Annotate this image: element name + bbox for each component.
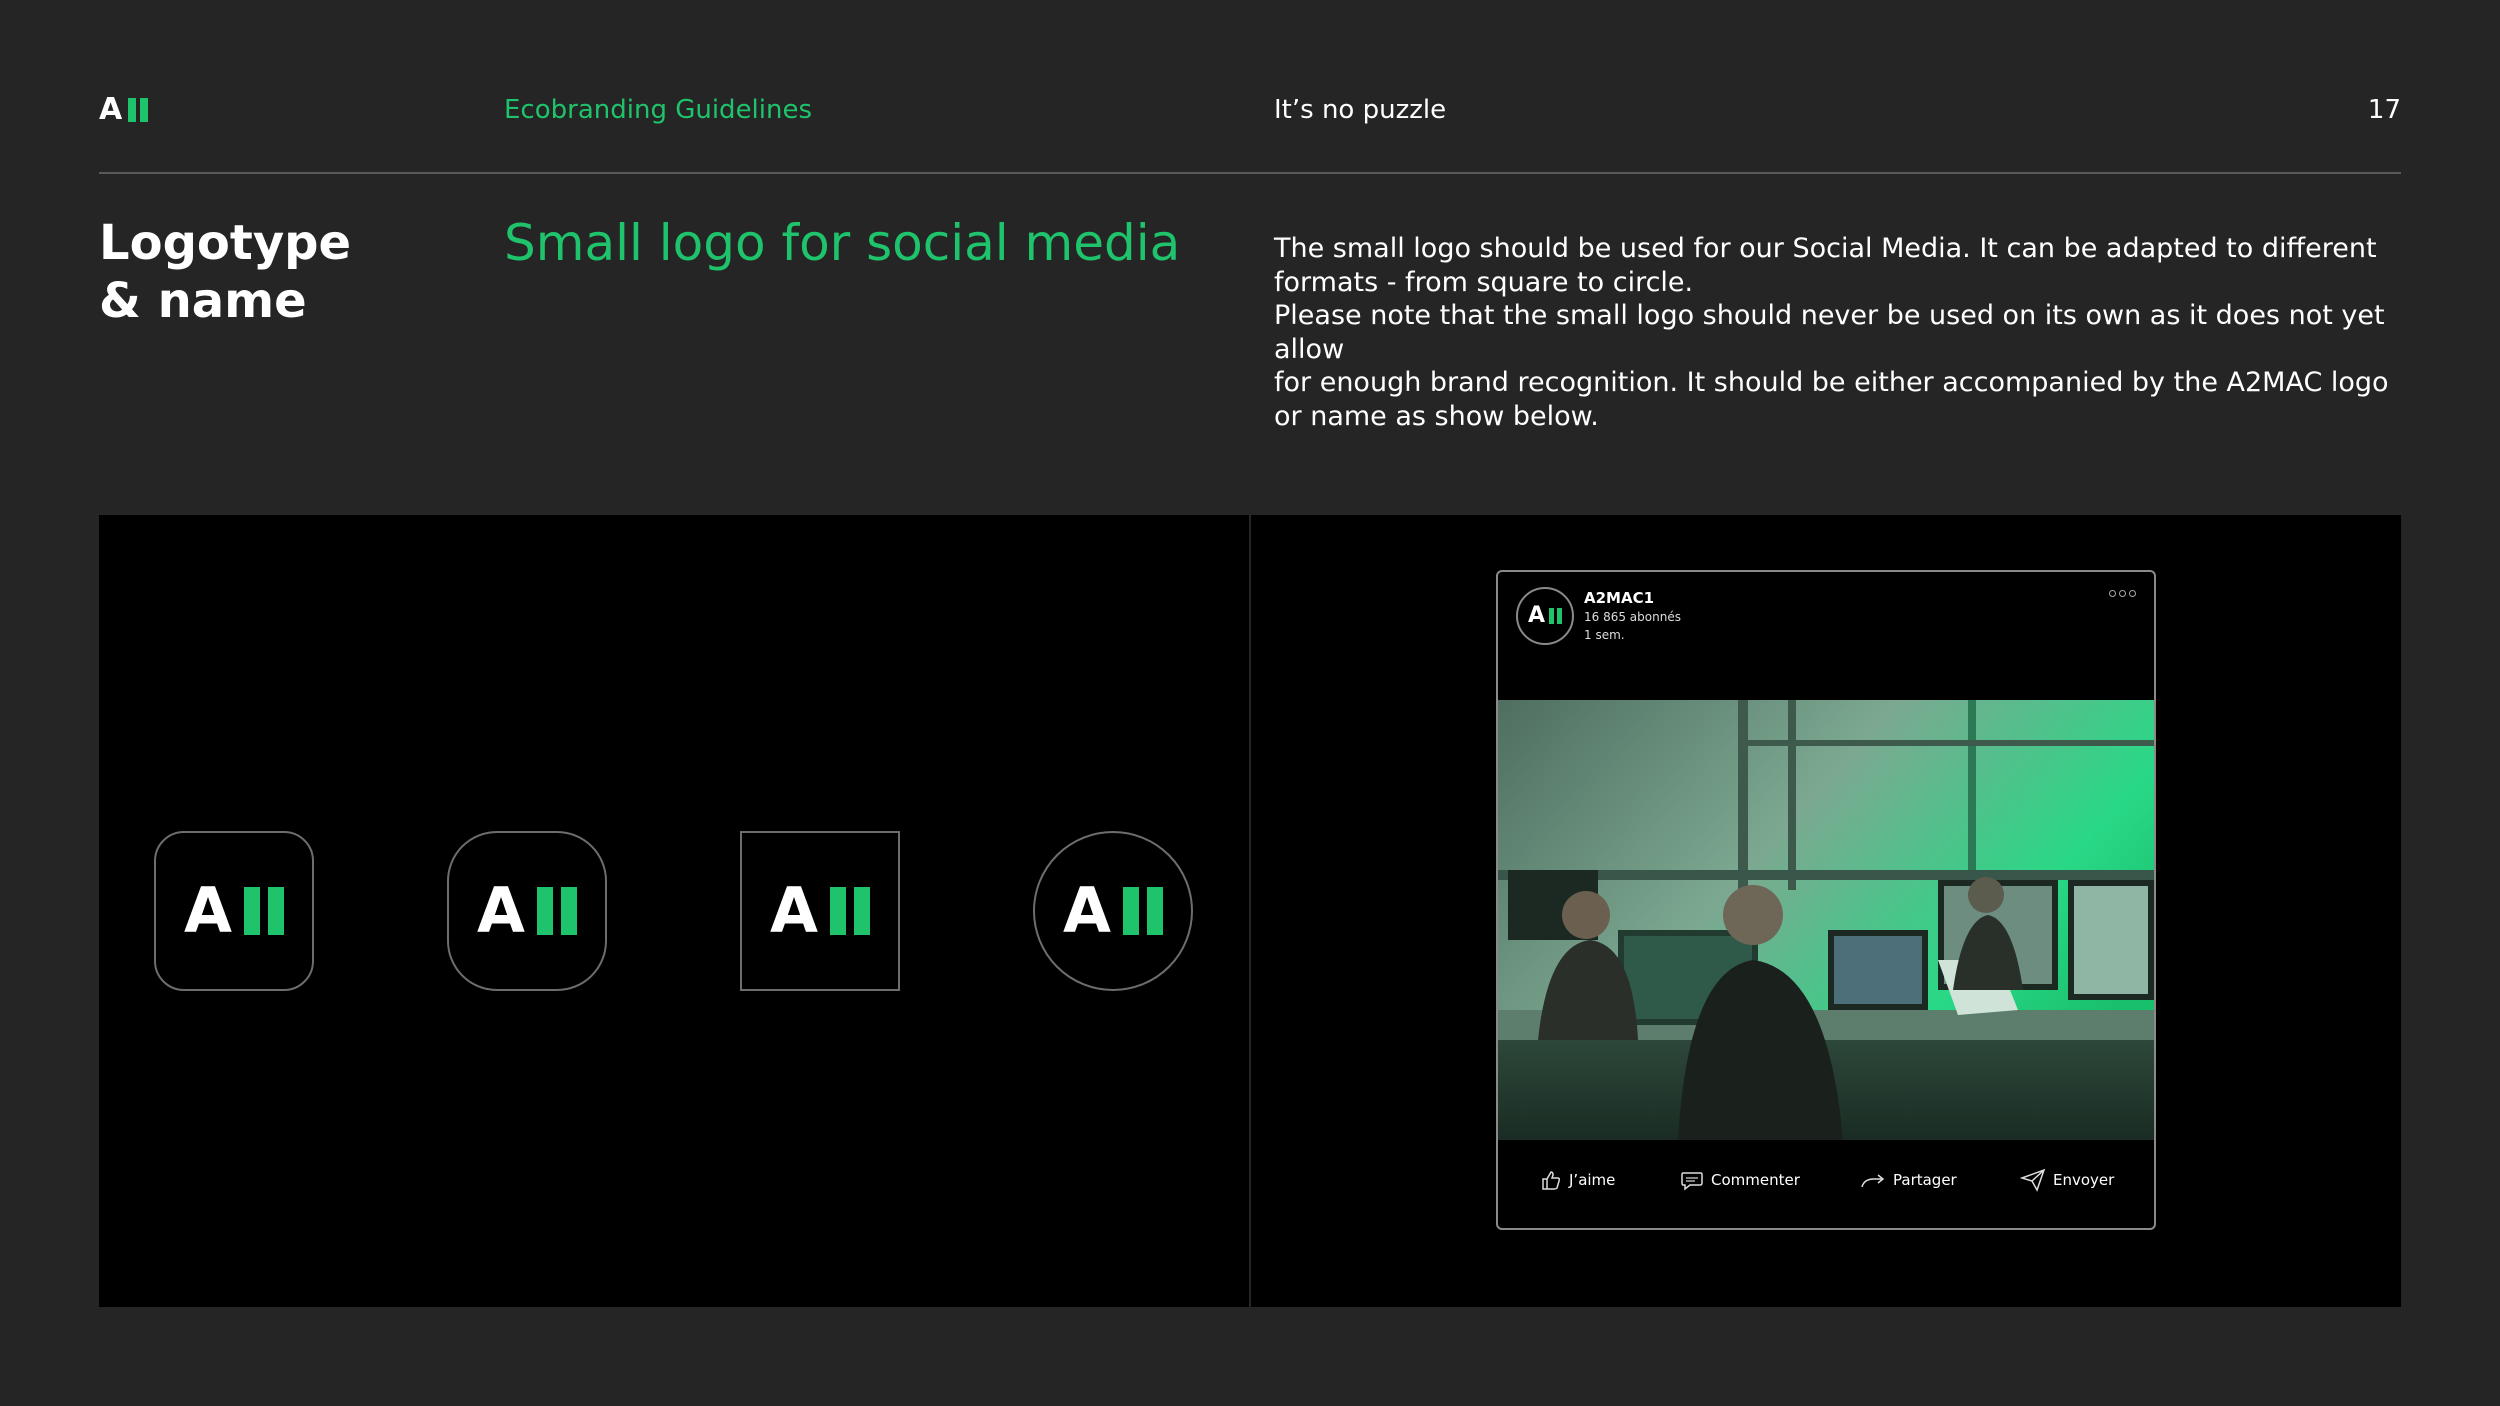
- comment-icon: [1681, 1172, 1703, 1191]
- post-photo: [1498, 700, 2154, 1140]
- tagline: It’s no puzzle: [1274, 95, 1447, 125]
- send-icon: [2020, 1168, 2046, 1192]
- page-title: Logotype & name: [99, 215, 352, 329]
- logo-letter: A: [770, 874, 818, 947]
- share-button[interactable]: Partager: [1860, 1160, 1957, 1200]
- logo-variants-panel: A A A A: [99, 515, 1249, 1307]
- send-label: Envoyer: [2053, 1171, 2115, 1189]
- header-divider: [99, 172, 2401, 174]
- logo-bars-icon: [829, 887, 870, 935]
- comment-button[interactable]: Commenter: [1680, 1160, 1800, 1200]
- account-name[interactable]: A2MAC1: [1584, 589, 1654, 607]
- post-actions: J’aime Commenter Partager Envoyer: [1498, 1160, 2154, 1200]
- logo-bars-icon: [536, 887, 577, 935]
- section-name: Ecobranding Guidelines: [504, 95, 813, 125]
- share-arrow-icon: [1861, 1174, 1885, 1188]
- thumbs-up-icon: [1542, 1171, 1561, 1190]
- post-time: 1 sem.: [1584, 628, 1625, 642]
- logo-variant-squircle: A: [447, 831, 607, 991]
- logo-letter: A: [99, 92, 123, 127]
- logo-bars-icon: [1122, 887, 1163, 935]
- logo-bars-icon: [1549, 608, 1563, 624]
- logo-bars-icon: [243, 887, 284, 935]
- like-label: J’aime: [1569, 1171, 1616, 1189]
- like-button[interactable]: J’aime: [1540, 1160, 1615, 1200]
- logo-letter: A: [1527, 603, 1546, 628]
- social-post-panel: A A2MAC1 16 865 abonnés 1 sem. J’aime Co…: [1251, 515, 2401, 1307]
- page-subtitle: Small logo for social media: [504, 214, 1181, 272]
- logo-letter: A: [477, 874, 525, 947]
- send-button[interactable]: Envoyer: [2020, 1160, 2114, 1200]
- page-number: 17: [2367, 95, 2401, 125]
- logo-variant-square: A: [740, 831, 900, 991]
- logo-bars-icon: [128, 98, 149, 122]
- brand-logo: A: [99, 92, 149, 127]
- description-text: The small logo should be used for our So…: [1274, 233, 2389, 432]
- comment-label: Commenter: [1711, 1171, 1800, 1189]
- follower-count: 16 865 abonnés: [1584, 610, 1681, 624]
- social-post-card: A A2MAC1 16 865 abonnés 1 sem. J’aime Co…: [1496, 570, 2156, 1230]
- logo-variant-rounded-square: A: [154, 831, 314, 991]
- logo-letter: A: [184, 874, 232, 947]
- more-options-icon[interactable]: [2109, 590, 2136, 597]
- logo-letter: A: [1063, 874, 1111, 947]
- share-label: Partager: [1893, 1171, 1957, 1189]
- avatar[interactable]: A: [1516, 587, 1574, 645]
- logo-variant-circle: A: [1033, 831, 1193, 991]
